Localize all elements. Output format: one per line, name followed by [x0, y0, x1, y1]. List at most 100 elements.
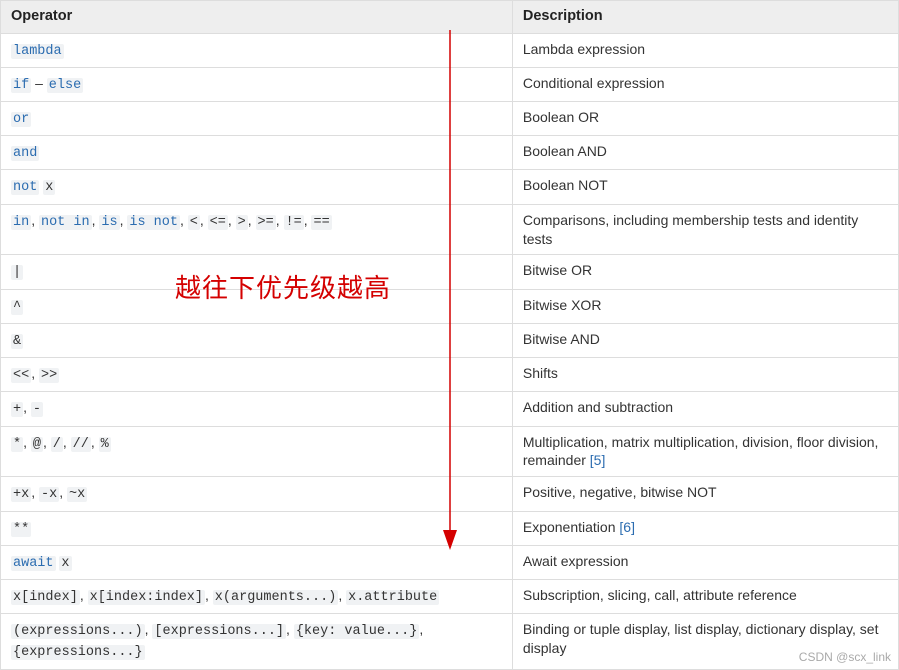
keyword-link[interactable]: or	[11, 112, 31, 127]
code-token: x.attribute	[346, 590, 439, 605]
description-cell: Binding or tuple display, list display, …	[512, 614, 898, 669]
description-cell: Bitwise AND	[512, 323, 898, 357]
text-span: Boolean AND	[523, 143, 607, 159]
code-token: <=	[208, 215, 228, 230]
text-span: Conditional expression	[523, 75, 665, 91]
operator-cell: not x	[1, 170, 513, 204]
text-span: ,	[180, 212, 188, 228]
code-token: x[index]	[11, 590, 80, 605]
code-token: <<	[11, 368, 31, 383]
text-span: Boolean OR	[523, 109, 599, 125]
code-token: {expressions...}	[11, 645, 145, 660]
keyword-link[interactable]: else	[47, 78, 83, 93]
operator-cell: lambda	[1, 33, 513, 67]
code-token: -x	[39, 487, 59, 502]
text-span: Boolean NOT	[523, 177, 608, 193]
text-span: ,	[338, 587, 346, 603]
table-row: or Boolean OR	[1, 102, 899, 136]
description-cell: Bitwise OR	[512, 255, 898, 289]
text-span: Bitwise OR	[523, 262, 592, 278]
table-row: lambda Lambda expression	[1, 33, 899, 67]
code-token: *	[11, 437, 23, 452]
text-span: ,	[276, 212, 284, 228]
text-span: ,	[23, 434, 31, 450]
operator-cell: ^	[1, 289, 513, 323]
code-token: x	[43, 180, 55, 195]
operator-cell: *, @, /, //, %	[1, 426, 513, 477]
footnote-link[interactable]: [5]	[590, 452, 606, 468]
description-cell: Shifts	[512, 358, 898, 392]
description-cell: Lambda expression	[512, 33, 898, 67]
code-token: >=	[256, 215, 276, 230]
text-span: ,	[63, 434, 71, 450]
header-description: Description	[512, 1, 898, 34]
text-span: ,	[31, 212, 39, 228]
code-token: >	[236, 215, 248, 230]
text-span: Lambda expression	[523, 41, 645, 57]
code-token: /	[51, 437, 63, 452]
table-row: <<, >> Shifts	[1, 358, 899, 392]
table-row: *, @, /, //, %Multiplication, matrix mul…	[1, 426, 899, 477]
table-row: await x Await expression	[1, 545, 899, 579]
description-cell: Await expression	[512, 545, 898, 579]
text-span: ,	[200, 212, 208, 228]
operator-cell: +, -	[1, 392, 513, 426]
code-token: +x	[11, 487, 31, 502]
code-token: ==	[311, 215, 331, 230]
code-token: [expressions...]	[152, 624, 286, 639]
code-token: +	[11, 402, 23, 417]
keyword-link[interactable]: and	[11, 146, 39, 161]
description-cell: Boolean OR	[512, 102, 898, 136]
keyword-link[interactable]: is	[99, 215, 119, 230]
table-row: &Bitwise AND	[1, 323, 899, 357]
code-token: ~x	[67, 487, 87, 502]
operator-precedence-table: Operator Description lambda Lambda expres…	[0, 0, 899, 670]
text-span: –	[31, 75, 47, 91]
operator-cell: or	[1, 102, 513, 136]
description-cell: Addition and subtraction	[512, 392, 898, 426]
code-token: %	[99, 437, 111, 452]
table-row: +, -Addition and subtraction	[1, 392, 899, 426]
header-operator: Operator	[1, 1, 513, 34]
text-span: ,	[59, 484, 67, 500]
keyword-link[interactable]: await	[11, 556, 56, 571]
table-row: ^ Bitwise XOR	[1, 289, 899, 323]
text-span: Binding or tuple display, list display, …	[523, 621, 879, 656]
footnote-link[interactable]: [6]	[619, 519, 635, 535]
description-cell: Comparisons, including membership tests …	[512, 204, 898, 255]
description-cell: Boolean NOT	[512, 170, 898, 204]
text-span: ,	[43, 434, 51, 450]
text-span: Subscription, slicing, call, attribute r…	[523, 587, 797, 603]
table-row: (expressions...), [expressions...], {key…	[1, 614, 899, 669]
table-row: not x Boolean NOT	[1, 170, 899, 204]
keyword-link[interactable]: if	[11, 78, 31, 93]
keyword-link[interactable]: not	[11, 180, 39, 195]
text-span: Bitwise XOR	[523, 297, 602, 313]
code-token: <	[188, 215, 200, 230]
operator-cell: await x	[1, 545, 513, 579]
text-span: ,	[286, 621, 294, 637]
operator-cell: and	[1, 136, 513, 170]
description-cell: Subscription, slicing, call, attribute r…	[512, 579, 898, 613]
keyword-link[interactable]: is not	[127, 215, 180, 230]
description-cell: Exponentiation [6]	[512, 511, 898, 545]
table-row: and Boolean AND	[1, 136, 899, 170]
operator-cell: (expressions...), [expressions...], {key…	[1, 614, 513, 669]
code-token: >>	[39, 368, 59, 383]
code-token: (expressions...)	[11, 624, 145, 639]
operator-cell: |	[1, 255, 513, 289]
code-token: -	[31, 402, 43, 417]
description-cell: Positive, negative, bitwise NOT	[512, 477, 898, 511]
code-token: x	[59, 556, 71, 571]
keyword-link[interactable]: not in	[39, 215, 92, 230]
table-row: **Exponentiation [6]	[1, 511, 899, 545]
text-span: Exponentiation	[523, 519, 620, 535]
description-cell: Bitwise XOR	[512, 289, 898, 323]
table-header-row: Operator Description	[1, 1, 899, 34]
keyword-link[interactable]: in	[11, 215, 31, 230]
keyword-link[interactable]: lambda	[11, 44, 64, 59]
operator-cell: in, not in, is, is not, <, <=, >, >=, !=…	[1, 204, 513, 255]
text-span: ,	[248, 212, 256, 228]
text-span: ,	[31, 365, 39, 381]
text-span: Await expression	[523, 553, 629, 569]
